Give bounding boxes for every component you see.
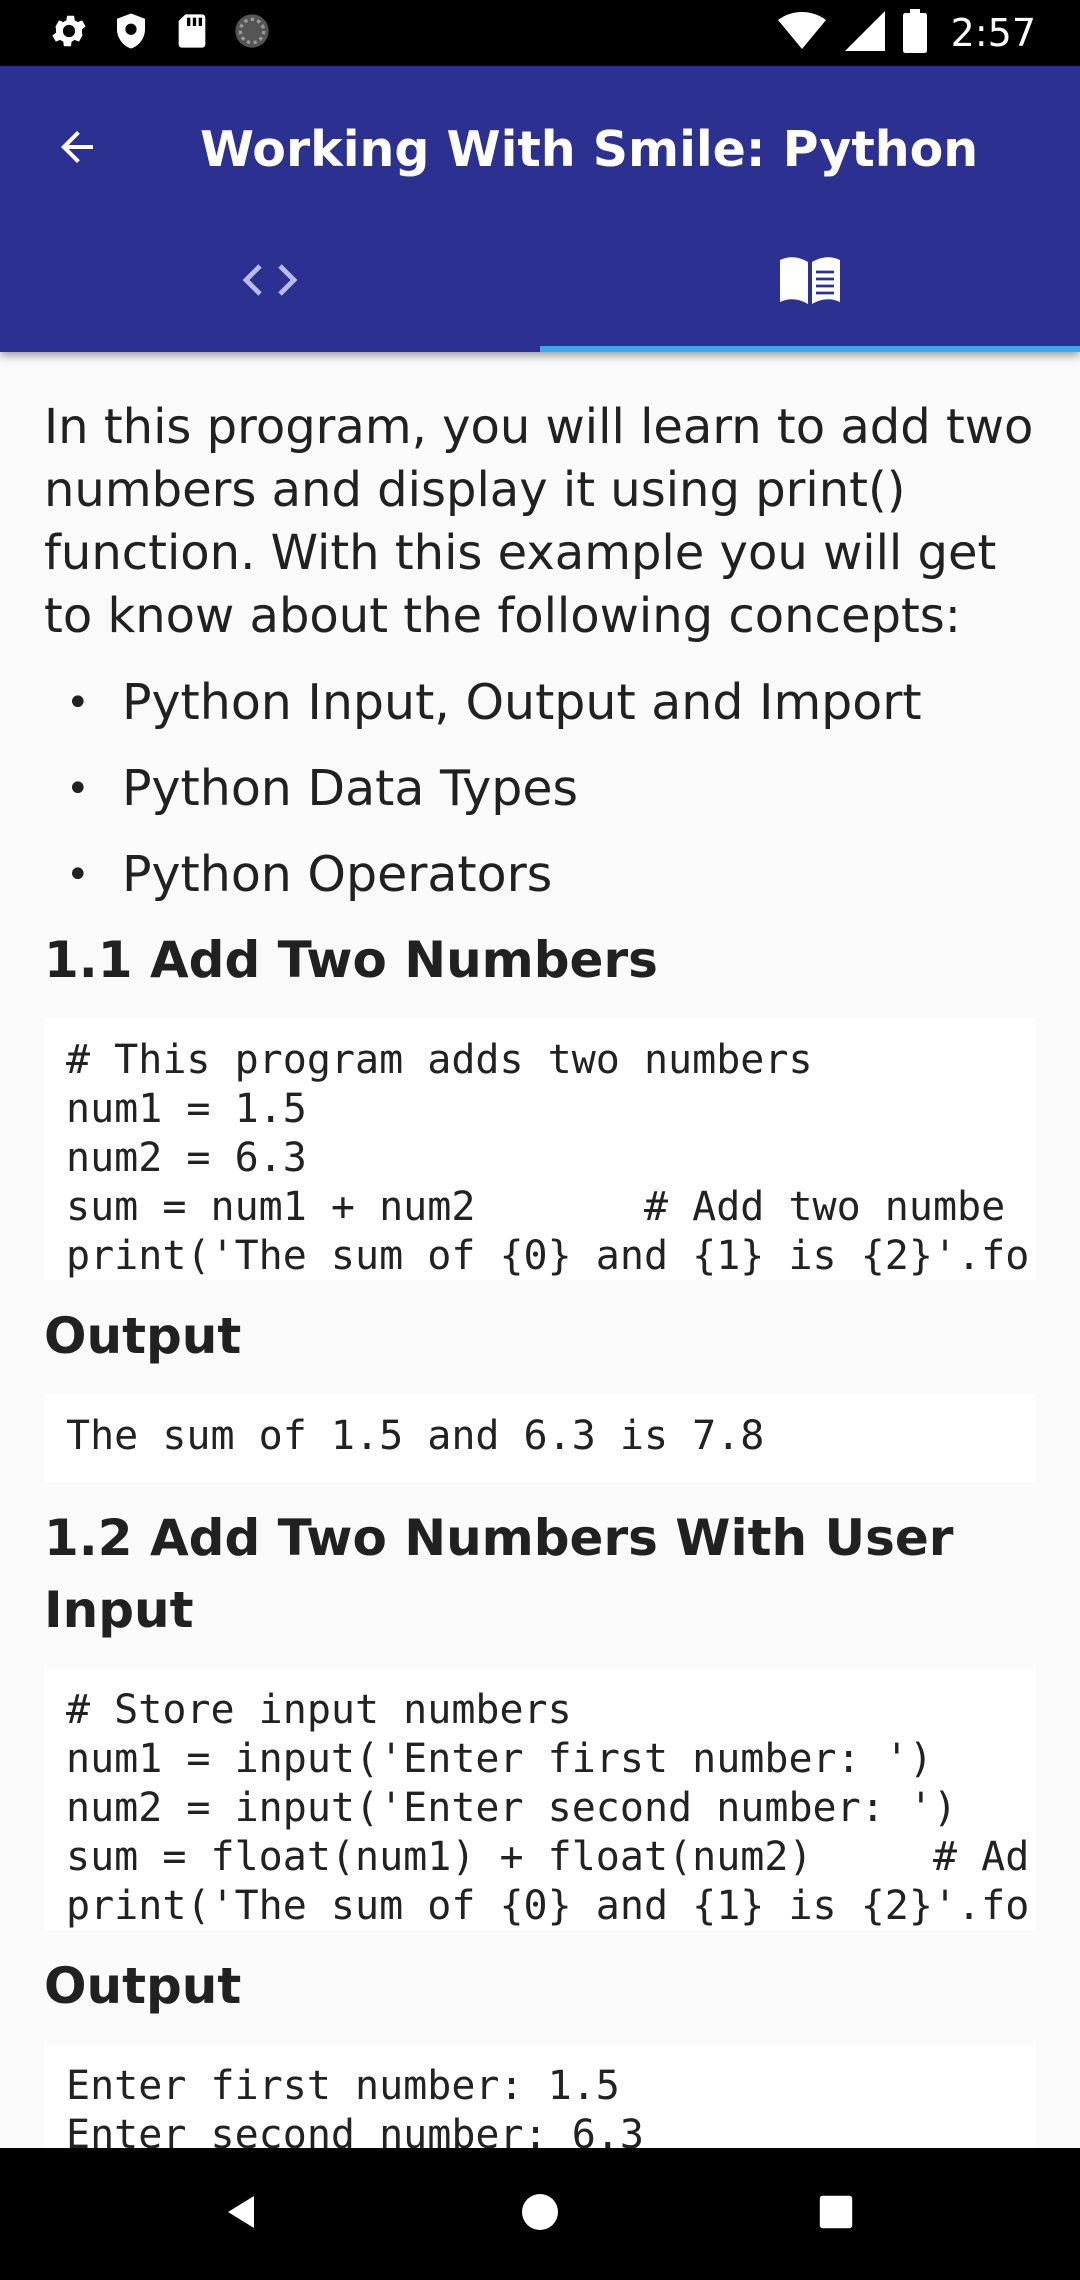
bullet-icon: • — [66, 680, 90, 726]
nav-back-button[interactable] — [204, 2176, 280, 2252]
bullet-icon: • — [66, 766, 90, 812]
status-bar: 2:57 — [0, 0, 1080, 66]
page-title: Working With Smile: Python — [200, 121, 979, 178]
list-item: • Python Input, Output and Import — [44, 660, 1036, 746]
book-open-icon — [778, 254, 842, 311]
back-triangle-icon — [222, 2192, 262, 2237]
recents-square-icon — [818, 2194, 854, 2235]
list-item: • Python Operators — [44, 832, 1036, 918]
status-time: 2:57 — [950, 11, 1036, 55]
intro-paragraph: In this program, you will learn to add t… — [44, 399, 1034, 644]
concept-list: • Python Input, Output and Import • Python… — [44, 660, 1036, 918]
code-block-1[interactable]: # This program adds two numbers num1 = 1… — [44, 1018, 1036, 1280]
loading-icon — [232, 11, 272, 56]
wifi-icon — [777, 11, 827, 56]
article-content: In this program, you will learn to add t… — [44, 352, 1036, 2220]
output-heading-1: Output — [44, 1307, 242, 1365]
navigation-bar — [0, 2148, 1080, 2280]
status-right-icons: 2:57 — [777, 8, 1036, 58]
nav-recents-button[interactable] — [798, 2176, 874, 2252]
arrow-back-icon — [53, 123, 101, 176]
tab-reading[interactable] — [540, 216, 1080, 348]
tab-code[interactable] — [0, 216, 540, 348]
output-block-1[interactable]: The sum of 1.5 and 6.3 is 7.8 — [44, 1394, 1036, 1482]
gear-icon — [48, 10, 90, 57]
status-left-icons — [48, 10, 272, 56]
nav-home-button[interactable] — [502, 2176, 578, 2252]
signal-icon — [844, 10, 885, 56]
home-circle-icon — [520, 2192, 560, 2237]
output-heading-2: Output — [44, 1957, 242, 2015]
battery-icon — [902, 8, 927, 58]
bullet-icon: • — [66, 852, 90, 898]
section-heading-2: 1.2 Add Two Numbers With User Input — [44, 1509, 954, 1639]
list-item: • Python Data Types — [44, 746, 1036, 832]
shield-icon — [110, 10, 152, 57]
sd-card-icon — [172, 10, 212, 57]
section-heading-1: 1.1 Add Two Numbers — [44, 931, 658, 989]
code-icon — [240, 260, 300, 305]
app-bar: Working With Smile: Python — [0, 66, 1080, 352]
back-button[interactable] — [36, 108, 118, 190]
code-block-2[interactable]: # Store input numbers num1 = input('Ente… — [44, 1668, 1036, 1930]
